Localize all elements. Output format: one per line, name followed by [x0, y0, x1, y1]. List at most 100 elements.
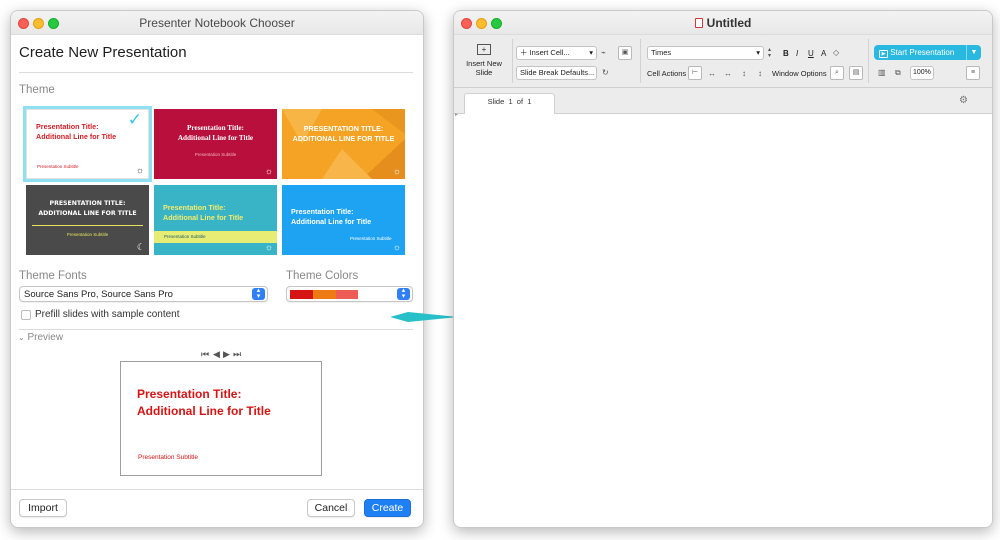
- popup-arrows-icon: ▴ ▾: [252, 287, 265, 300]
- theme-fonts-popup[interactable]: Source Sans Pro, Source Sans Pro ▴ ▾: [19, 286, 268, 302]
- menu-icon[interactable]: ≡: [966, 66, 980, 80]
- import-button[interactable]: Import: [19, 499, 67, 517]
- preview-subtitle: Presentation Subtitle: [138, 454, 198, 461]
- page-title: Create New Presentation: [19, 44, 187, 61]
- theme-card-title: PRESENTATION TITLE: ADDITIONAL LINE FOR T…: [38, 200, 137, 217]
- theme-card[interactable]: Presentation Title: Additional Line for T…: [154, 109, 277, 179]
- of-word: of: [516, 97, 524, 106]
- format-painter-icon[interactable]: ⌁: [601, 48, 606, 58]
- window-title: Untitled: [706, 16, 752, 30]
- insert-new-slide-label-1: Insert New: [466, 59, 502, 68]
- start-presentation-button[interactable]: ▶ Start Presentation ▼: [874, 45, 981, 60]
- chooser-titlebar: Presenter Notebook Chooser: [11, 11, 423, 35]
- theme-card-subtitle: Presentation Subtitle: [164, 234, 206, 239]
- theme-fonts-value: Source Sans Pro, Source Sans Pro: [24, 289, 173, 300]
- sun-icon: ☼: [392, 166, 401, 176]
- selected-check-icon: ✓: [127, 110, 142, 129]
- theme-card-title: Presentation Title: Additional Line for T…: [291, 207, 372, 226]
- slide-tabbar: Slide 1 of 1 ⚙: [454, 88, 992, 115]
- font-size-stepper[interactable]: ▴ ▾: [768, 47, 771, 59]
- divider: [19, 329, 413, 330]
- divider: [11, 489, 423, 490]
- window-settings-icon[interactable]: ▤: [849, 66, 863, 80]
- merge-icon[interactable]: ↔: [708, 69, 716, 79]
- theme-card[interactable]: Presentation Title: Additional Line for T…: [154, 185, 277, 255]
- play-icon: ▶: [879, 50, 888, 58]
- theme-card-subtitle: Presentation Subtitle: [194, 152, 237, 157]
- slide-tab[interactable]: Slide 1 of 1: [464, 93, 555, 115]
- theme-card[interactable]: PRESENTATION TITLE: ADDITIONAL LINE FOR T…: [282, 109, 405, 179]
- cell-actions-label: Cell Actions: [647, 69, 687, 78]
- theme-card[interactable]: Presentation Title: Additional Line for T…: [282, 185, 405, 255]
- slide-total: 1: [527, 97, 532, 106]
- font-popup[interactable]: Times ▾: [647, 46, 764, 60]
- prefill-checkbox[interactable]: [21, 310, 31, 320]
- chevron-down-icon: ▾: [589, 48, 593, 57]
- theme-card-title: Presentation Title: Additional Line for T…: [36, 122, 117, 141]
- window-options-label: Window Options: [772, 69, 827, 78]
- duplicate-icon[interactable]: ⧉: [895, 68, 901, 78]
- cell-marker-icon: ▸: [455, 112, 459, 118]
- theme-card-title: Presentation Title: Additional Line for T…: [163, 203, 244, 222]
- notebook-titlebar: Untitled: [454, 11, 992, 35]
- toolbar: + Insert New Slide ＋ Insert Cell... ▾ ⌁ …: [454, 35, 992, 88]
- theme-card[interactable]: Presentation Title: Additional Line for T…: [23, 106, 152, 182]
- slide-word: Slide: [487, 97, 505, 106]
- start-presentation-label: Start Presentation: [890, 48, 955, 57]
- toolbar-separator: [640, 39, 641, 83]
- create-button[interactable]: Create: [364, 499, 411, 517]
- italic-button[interactable]: I: [796, 49, 798, 59]
- notes-icon[interactable]: ▥: [878, 68, 886, 78]
- preview-title-line2: Additional Line for Title: [137, 404, 271, 418]
- window-title: Presenter Notebook Chooser: [139, 16, 295, 30]
- preview-slide: Presentation Title: Additional Line for …: [120, 361, 322, 476]
- underline-button[interactable]: U: [808, 49, 814, 59]
- stepper-icon[interactable]: ↕: [758, 69, 762, 79]
- zoom-field[interactable]: 100%: [910, 66, 934, 80]
- moon-icon: ☾: [136, 242, 145, 252]
- text-color-button[interactable]: A: [821, 49, 826, 59]
- slide-break-defaults-button[interactable]: Slide Break Defaults...: [516, 66, 597, 80]
- preview-disclosure[interactable]: ⌄ Preview: [18, 332, 63, 343]
- theme-section-label: Theme: [19, 84, 55, 96]
- start-presentation-dropdown[interactable]: ▼: [966, 45, 981, 60]
- theme-card[interactable]: PRESENTATION TITLE: ADDITIONAL LINE FOR T…: [26, 185, 149, 255]
- sun-icon: ☼: [264, 166, 273, 176]
- sun-icon: ☼: [135, 165, 144, 175]
- next-slide-icon[interactable]: ▶: [223, 349, 230, 360]
- sun-icon: ☼: [264, 242, 273, 252]
- last-slide-icon[interactable]: ⏭: [233, 349, 241, 360]
- theme-colors-label: Theme Colors: [286, 270, 359, 282]
- color-swatch-2: [313, 290, 336, 299]
- geometric-pattern: [282, 109, 405, 179]
- slide-canvas[interactable]: ▸: [454, 112, 992, 527]
- gear-icon[interactable]: ⚙: [959, 96, 968, 106]
- split-icon[interactable]: ↔: [724, 69, 732, 79]
- bold-button[interactable]: B: [783, 49, 789, 59]
- move-vertical-icon[interactable]: ↕: [742, 69, 746, 79]
- insert-cell-label: Insert Cell...: [529, 48, 570, 57]
- toolbar-separator: [868, 39, 869, 83]
- first-slide-icon[interactable]: ⏮: [201, 349, 209, 360]
- insert-image-icon[interactable]: ▣: [618, 46, 632, 60]
- magnifier-icon[interactable]: ⌕: [830, 66, 844, 80]
- cancel-button[interactable]: Cancel: [307, 499, 355, 517]
- document-icon: [694, 18, 703, 28]
- window-title-group: Untitled: [454, 16, 992, 30]
- color-swatch-1: [290, 290, 313, 299]
- insert-cell-popup[interactable]: ＋ Insert Cell... ▾: [516, 46, 597, 60]
- prefill-label: Prefill slides with sample content: [35, 309, 180, 320]
- theme-card-title: Presentation Title: Additional Line for T…: [177, 124, 254, 142]
- insert-new-slide-button[interactable]: + Insert New Slide: [460, 39, 508, 83]
- sun-icon: ☼: [392, 242, 401, 252]
- preview-title-line1: Presentation Title:: [137, 387, 242, 401]
- previous-slide-icon[interactable]: ◀: [213, 349, 220, 360]
- refresh-icon[interactable]: ↻: [602, 68, 609, 78]
- insert-new-slide-label-2: Slide: [475, 68, 493, 77]
- chooser-window: Presenter Notebook Chooser Create New Pr…: [10, 10, 424, 528]
- align-icon[interactable]: ⊢: [688, 66, 702, 80]
- eraser-icon[interactable]: ◇: [833, 48, 839, 58]
- theme-fonts-label: Theme Fonts: [19, 270, 87, 282]
- new-slide-icon: +: [477, 44, 491, 55]
- plus-icon: ＋: [520, 48, 528, 57]
